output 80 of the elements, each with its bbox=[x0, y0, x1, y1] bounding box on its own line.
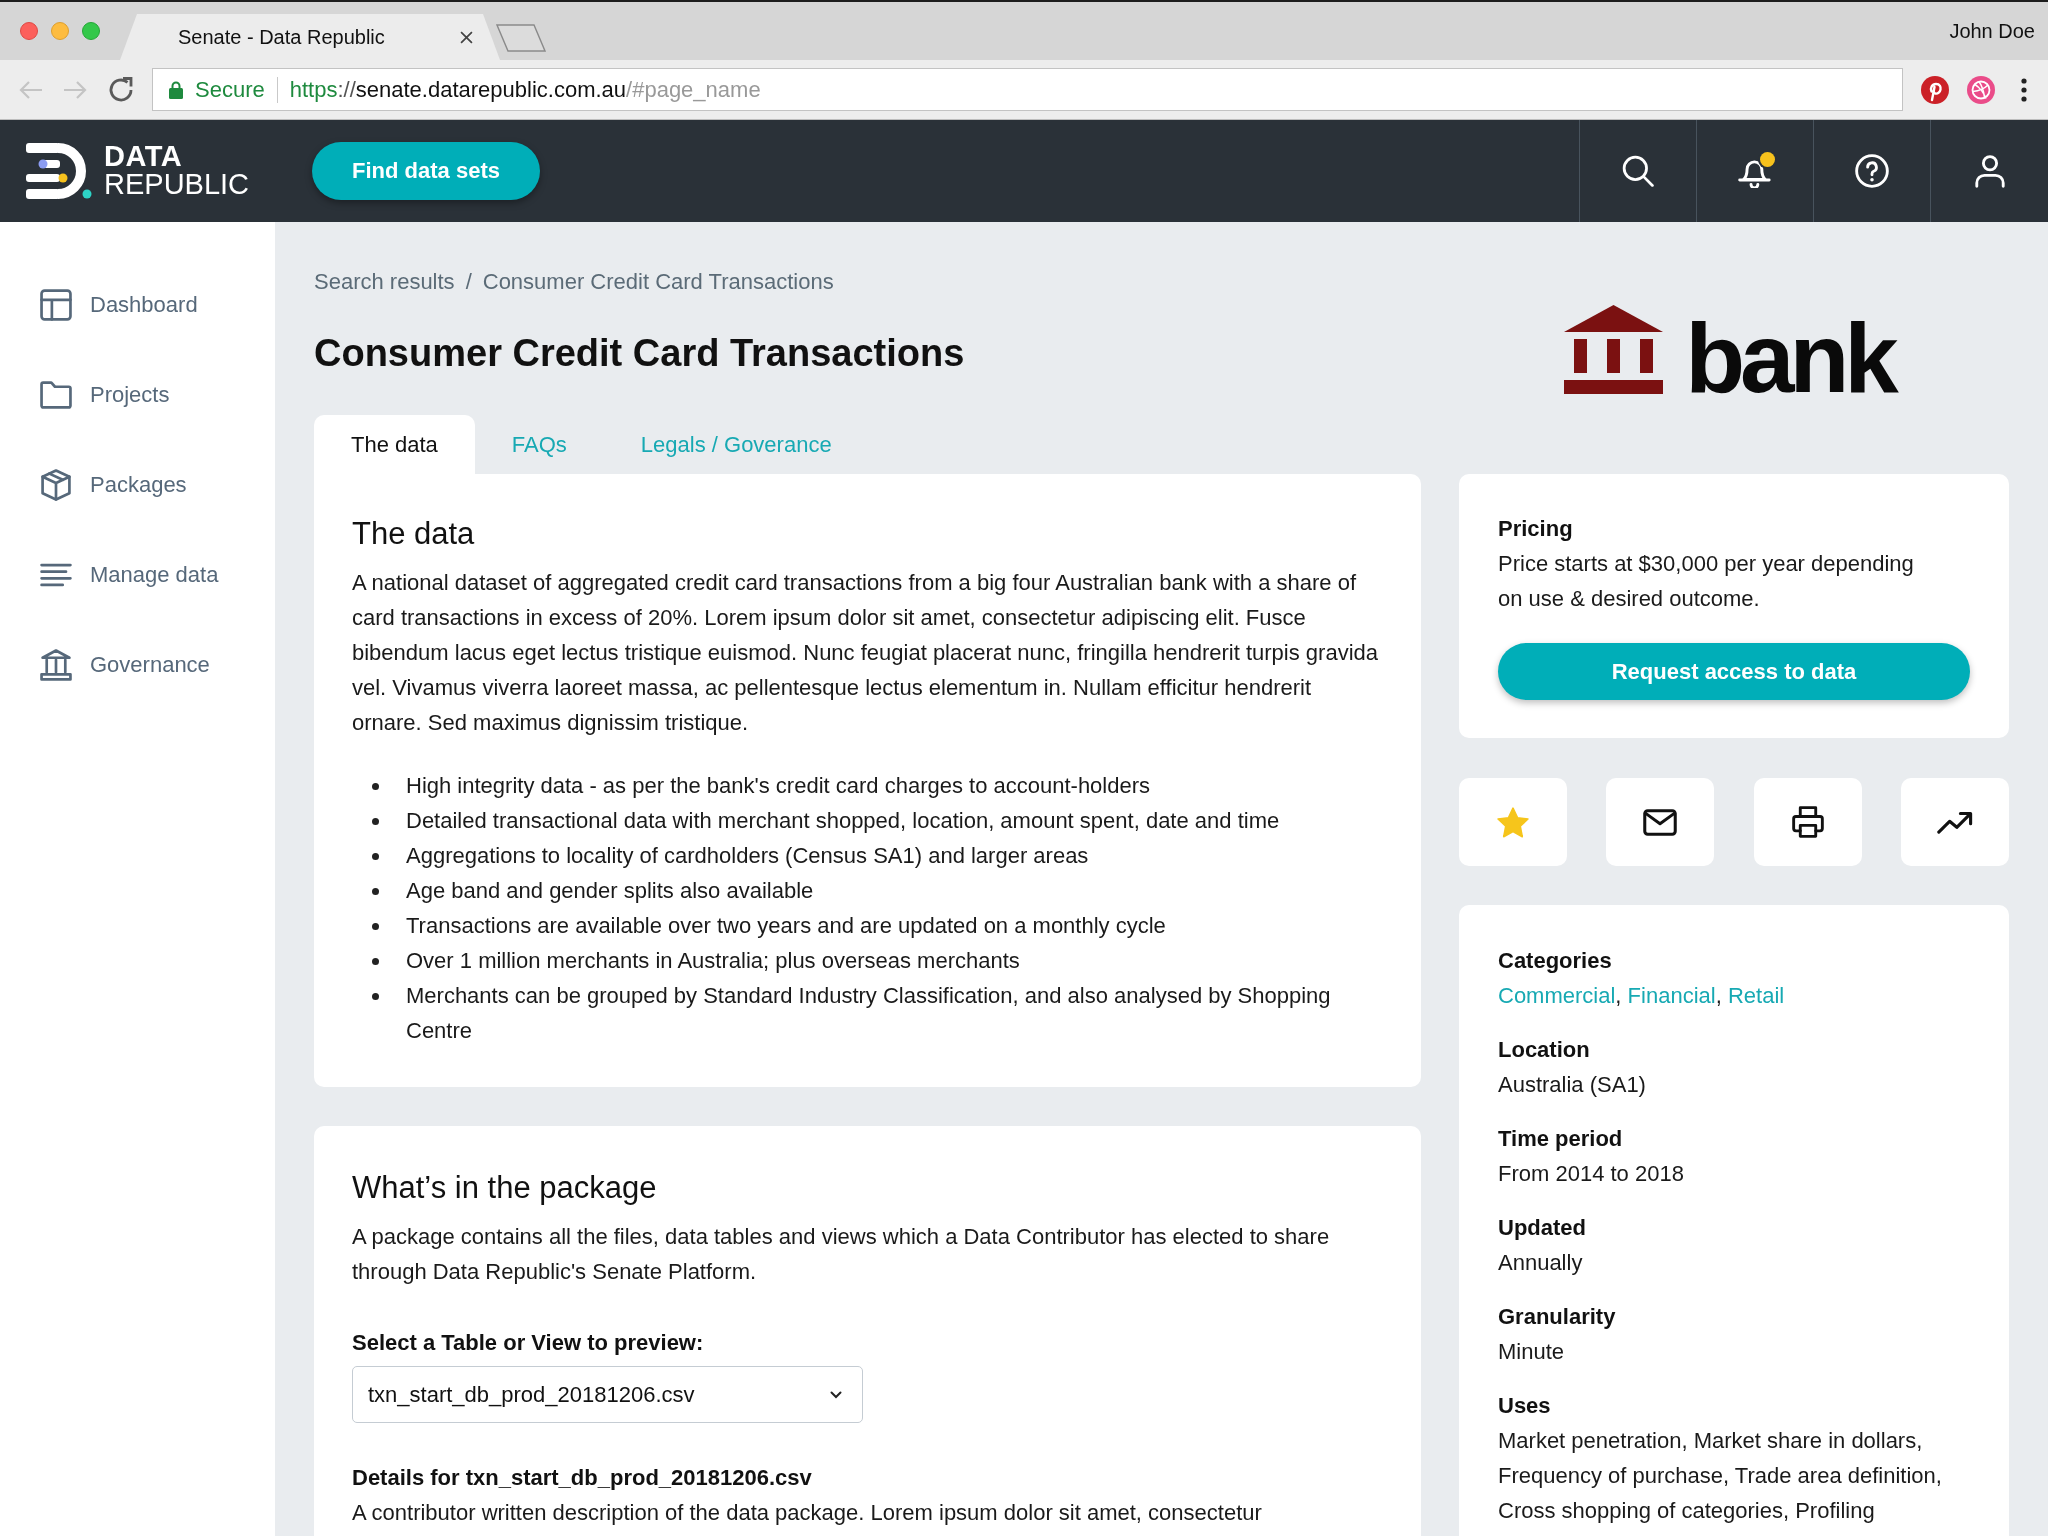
trend-button[interactable] bbox=[1901, 778, 2009, 866]
window-close-icon[interactable] bbox=[20, 22, 38, 40]
profile-name[interactable]: John Doe bbox=[1949, 19, 2048, 43]
sidebar-item[interactable]: Manage data bbox=[0, 530, 275, 620]
user-icon bbox=[1974, 154, 2005, 188]
details-heading: Details for txn_start_db_prod_20181206.csv bbox=[352, 1464, 812, 1492]
section-heading: The data bbox=[352, 515, 475, 553]
detail-label: Updated bbox=[1498, 1214, 1586, 1242]
bullet-icon bbox=[372, 888, 379, 895]
security-label: Secure bbox=[195, 76, 265, 103]
p-logo-icon[interactable] bbox=[1921, 75, 1949, 104]
pricing-label: Pricing bbox=[1498, 515, 1573, 543]
brand-name: DATA bbox=[104, 143, 184, 170]
sidebar-item[interactable]: Governance bbox=[0, 620, 275, 710]
ball-icon[interactable] bbox=[1967, 75, 1995, 104]
detail-value: Australia (SA1) bbox=[1498, 1071, 1646, 1099]
mail-icon bbox=[1643, 808, 1678, 836]
page-title: Consumer Credit Card Transactions bbox=[314, 331, 965, 376]
list-item-text: High integrity data - as per the bank's credit card charges to account-holders bbox=[406, 772, 1151, 800]
select-label: Select a Table or View to preview: bbox=[352, 1329, 704, 1357]
list-separator: , bbox=[1715, 983, 1722, 1008]
detail-value: Market penetration, Market share in dollars, Frequency of purchase, Trade area definition, Cross shopping of categories, Profiling bbox=[1498, 1427, 1943, 1525]
detail-value: From 2014 to 2018 bbox=[1498, 1160, 1684, 1188]
folder-icon bbox=[40, 379, 72, 411]
list-item-text: Over 1 million merchants in Australia; plus overseas merchants bbox=[406, 947, 1020, 975]
brand-name: REPUBLIC bbox=[104, 170, 250, 199]
bullet-icon bbox=[372, 783, 379, 790]
provider-logo-text: bank bbox=[1685, 320, 1896, 396]
bank-building-icon bbox=[1564, 305, 1664, 394]
bank-building-icon bbox=[40, 649, 72, 681]
breadcrumb-link[interactable]: Search results bbox=[314, 266, 455, 298]
bullet-icon bbox=[372, 993, 379, 1000]
detail-value: Minute bbox=[1498, 1338, 1565, 1366]
help-icon bbox=[1855, 154, 1889, 188]
new-tab-icon[interactable] bbox=[496, 24, 546, 52]
list-item-text: Transactions are available over two years and are updated on a monthly cycle bbox=[406, 912, 1166, 940]
detail-label: Uses bbox=[1498, 1392, 1551, 1420]
breadcrumb-separator: / bbox=[465, 268, 472, 296]
printer-icon bbox=[1791, 806, 1824, 838]
reload-icon[interactable] bbox=[107, 75, 135, 104]
breadcrumb-current: Consumer Credit Card Transactions bbox=[482, 268, 834, 296]
browser-tab[interactable]: Senate - Data Republic bbox=[120, 14, 500, 60]
search-icon bbox=[1622, 155, 1654, 187]
sidebar-item[interactable]: Projects bbox=[0, 350, 275, 440]
detail-label: Location bbox=[1498, 1036, 1590, 1064]
description-text: A contributor written description of the data package. Lorem ipsum dolor sit amet, consectetur bbox=[352, 1499, 1263, 1527]
list-separator: , bbox=[1615, 983, 1622, 1008]
menu-icon[interactable] bbox=[2021, 77, 2027, 102]
logo-icon bbox=[26, 143, 92, 199]
detail-label: Categories bbox=[1498, 947, 1612, 975]
table-select[interactable]: txn_start_db_prod_20181206.csv bbox=[352, 1366, 863, 1423]
list-item-text: Detailed transactional data with merchant shopped, location, amount spent, date and time bbox=[406, 807, 1280, 835]
detail-value: Annually bbox=[1498, 1249, 1583, 1277]
close-icon[interactable] bbox=[460, 30, 473, 44]
chevron-down-icon bbox=[830, 1390, 842, 1399]
pricing-text: Price starts at $30,000 per year depending on use & desired outcome. bbox=[1498, 550, 1915, 613]
star-button[interactable] bbox=[1459, 778, 1567, 866]
sidebar-item[interactable]: Dashboard bbox=[0, 260, 275, 350]
bullet-icon bbox=[372, 818, 379, 825]
print-button[interactable] bbox=[1753, 778, 1862, 866]
list-item-text: Merchants can be grouped by Standard Industry Classification, and also analysed by Shopping Centre bbox=[406, 982, 1332, 1045]
list-item-text: Age band and gender splits also available bbox=[406, 877, 814, 905]
lock-icon bbox=[169, 80, 183, 99]
url-text: https://senate.datarepublic.com.au/#page_name bbox=[289, 76, 761, 103]
cube-icon bbox=[40, 469, 72, 501]
description-text: A package contains all the files, data tables and views which a Data Contributor has elected to share through Data Republic's Senate Platform. bbox=[352, 1223, 1331, 1286]
detail-label: Granularity bbox=[1498, 1303, 1616, 1331]
tab[interactable]: The data bbox=[314, 415, 475, 474]
bullet-icon bbox=[372, 923, 379, 930]
bullet-icon bbox=[372, 958, 379, 965]
address-field[interactable]: Secure https://senate.datarepublic.com.au/#page_name bbox=[152, 68, 1903, 111]
section-heading: What’s in the package bbox=[352, 1169, 657, 1207]
bullet-icon bbox=[372, 853, 379, 860]
list-item-text: Aggregations to locality of cardholders (Census SA1) and larger areas bbox=[406, 842, 1089, 870]
sidebar-item[interactable]: Packages bbox=[0, 440, 275, 530]
description-text: A national dataset of aggregated credit card transactions from a big four Australian bank with a share of card transactions in excess of 20%. Lorem ipsum dolor sit amet, consectetur adipiscing elit. Fusce bibendum lacus eget lectus tristique euismod. Nunc feugiat placerat nunc, fringilla hendrerit turpis gravida vel. Vivamus viverra laoreet massa, ac pellentesque lectus elementum in. Nullam efficitur hendrerit ornare. Sed maximus dignissim tristique. bbox=[352, 569, 1379, 737]
dashboard-icon bbox=[40, 289, 72, 321]
detail-label: Time period bbox=[1498, 1125, 1623, 1153]
mail-button[interactable] bbox=[1606, 778, 1715, 866]
trend-up-icon bbox=[1937, 810, 1973, 834]
